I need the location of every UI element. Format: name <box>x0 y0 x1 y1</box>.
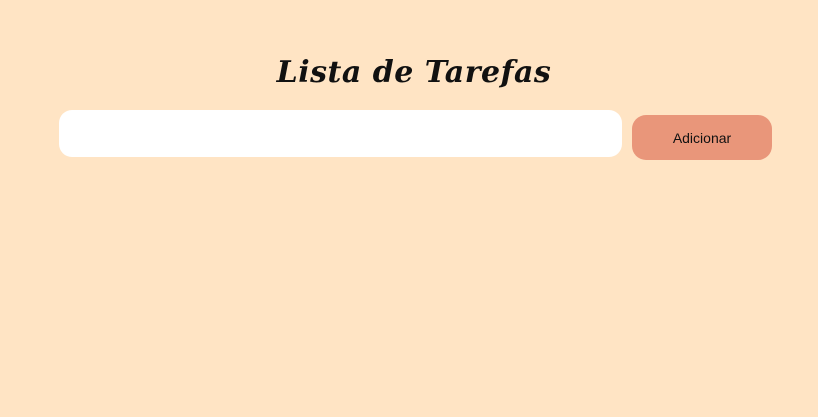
task-input[interactable] <box>59 110 622 157</box>
add-task-button[interactable]: Adicionar <box>632 115 772 160</box>
todo-app: Lista de Tarefas Adicionar <box>0 0 818 417</box>
page-title: Lista de Tarefas <box>276 55 552 90</box>
